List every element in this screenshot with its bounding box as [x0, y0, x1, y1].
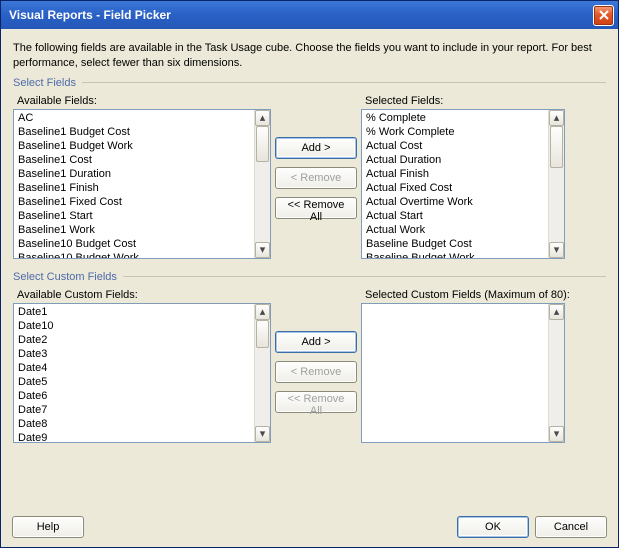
remove-all-button[interactable]: << Remove All — [275, 197, 357, 219]
dialog-footer: Help OK Cancel — [12, 516, 607, 538]
list-item[interactable]: Baseline1 Budget Cost — [16, 125, 252, 139]
selected-custom-list[interactable]: ▴ ▾ — [361, 303, 565, 443]
intro-text: The following fields are available in th… — [13, 41, 606, 71]
titlebar[interactable]: Visual Reports - Field Picker — [1, 1, 618, 29]
list-item[interactable]: Baseline1 Cost — [16, 153, 252, 167]
ok-button[interactable]: OK — [457, 516, 529, 538]
available-fields-label: Available Fields: — [17, 95, 271, 107]
scroll-down-icon[interactable]: ▾ — [549, 426, 564, 442]
scroll-down-icon[interactable]: ▾ — [255, 426, 270, 442]
list-item[interactable]: Date10 — [16, 319, 252, 333]
list-item[interactable]: Date7 — [16, 403, 252, 417]
list-item[interactable]: Baseline1 Start — [16, 209, 252, 223]
list-item[interactable]: Baseline Budget Cost — [364, 237, 546, 251]
scrollbar[interactable]: ▴ ▾ — [548, 110, 564, 258]
list-item[interactable]: Actual Overtime Work — [364, 195, 546, 209]
section-header-fields: Select Fields — [13, 77, 76, 89]
selected-custom-label: Selected Custom Fields (Maximum of 80): — [365, 289, 570, 301]
scroll-thumb[interactable] — [550, 126, 563, 168]
scroll-up-icon[interactable]: ▴ — [549, 110, 564, 126]
list-item[interactable]: Baseline1 Budget Work — [16, 139, 252, 153]
scroll-thumb[interactable] — [256, 320, 269, 348]
list-item[interactable]: Date8 — [16, 417, 252, 431]
scroll-down-icon[interactable]: ▾ — [549, 242, 564, 258]
list-item[interactable]: Actual Finish — [364, 167, 546, 181]
selected-fields-list[interactable]: % Complete% Work CompleteActual CostActu… — [361, 109, 565, 259]
list-item[interactable]: Date3 — [16, 347, 252, 361]
available-custom-label: Available Custom Fields: — [17, 289, 271, 301]
scroll-up-icon[interactable]: ▴ — [255, 110, 270, 126]
list-item[interactable]: Baseline1 Finish — [16, 181, 252, 195]
cancel-button[interactable]: Cancel — [535, 516, 607, 538]
list-item[interactable]: % Work Complete — [364, 125, 546, 139]
list-item[interactable]: % Complete — [364, 111, 546, 125]
divider — [82, 82, 606, 83]
list-item[interactable]: Actual Start — [364, 209, 546, 223]
window-title: Visual Reports - Field Picker — [9, 8, 593, 22]
scrollbar[interactable]: ▴ ▾ — [254, 110, 270, 258]
list-item[interactable]: Baseline10 Budget Cost — [16, 237, 252, 251]
add-custom-button[interactable]: Add > — [275, 331, 357, 353]
selected-fields-label: Selected Fields: — [365, 95, 565, 107]
list-item[interactable]: Actual Work — [364, 223, 546, 237]
remove-all-custom-button[interactable]: << Remove All — [275, 391, 357, 413]
list-item[interactable]: Date2 — [16, 333, 252, 347]
list-item[interactable]: Actual Cost — [364, 139, 546, 153]
list-item[interactable]: Date5 — [16, 375, 252, 389]
list-item[interactable]: Baseline1 Fixed Cost — [16, 195, 252, 209]
list-item[interactable]: Date1 — [16, 305, 252, 319]
scrollbar[interactable]: ▴ ▾ — [254, 304, 270, 442]
remove-custom-button[interactable]: < Remove — [275, 361, 357, 383]
available-custom-list[interactable]: Date1Date10Date2Date3Date4Date5Date6Date… — [13, 303, 271, 443]
help-button[interactable]: Help — [12, 516, 84, 538]
list-item[interactable]: Actual Fixed Cost — [364, 181, 546, 195]
list-item[interactable]: Actual Duration — [364, 153, 546, 167]
list-item[interactable]: Date9 — [16, 431, 252, 442]
scroll-up-icon[interactable]: ▴ — [549, 304, 564, 320]
list-item[interactable]: Date4 — [16, 361, 252, 375]
scroll-up-icon[interactable]: ▴ — [255, 304, 270, 320]
section-header-custom: Select Custom Fields — [13, 271, 117, 283]
remove-button[interactable]: < Remove — [275, 167, 357, 189]
list-item[interactable]: AC — [16, 111, 252, 125]
divider — [123, 276, 606, 277]
list-item[interactable]: Baseline1 Duration — [16, 167, 252, 181]
close-icon — [599, 10, 609, 20]
scroll-down-icon[interactable]: ▾ — [255, 242, 270, 258]
close-button[interactable] — [593, 5, 614, 26]
add-button[interactable]: Add > — [275, 137, 357, 159]
available-fields-list[interactable]: ACBaseline1 Budget CostBaseline1 Budget … — [13, 109, 271, 259]
scrollbar[interactable]: ▴ ▾ — [548, 304, 564, 442]
list-item[interactable]: Baseline10 Budget Work — [16, 251, 252, 258]
scroll-thumb[interactable] — [256, 126, 269, 162]
list-item[interactable]: Baseline1 Work — [16, 223, 252, 237]
list-item[interactable]: Date6 — [16, 389, 252, 403]
list-item[interactable]: Baseline Budget Work — [364, 251, 546, 258]
